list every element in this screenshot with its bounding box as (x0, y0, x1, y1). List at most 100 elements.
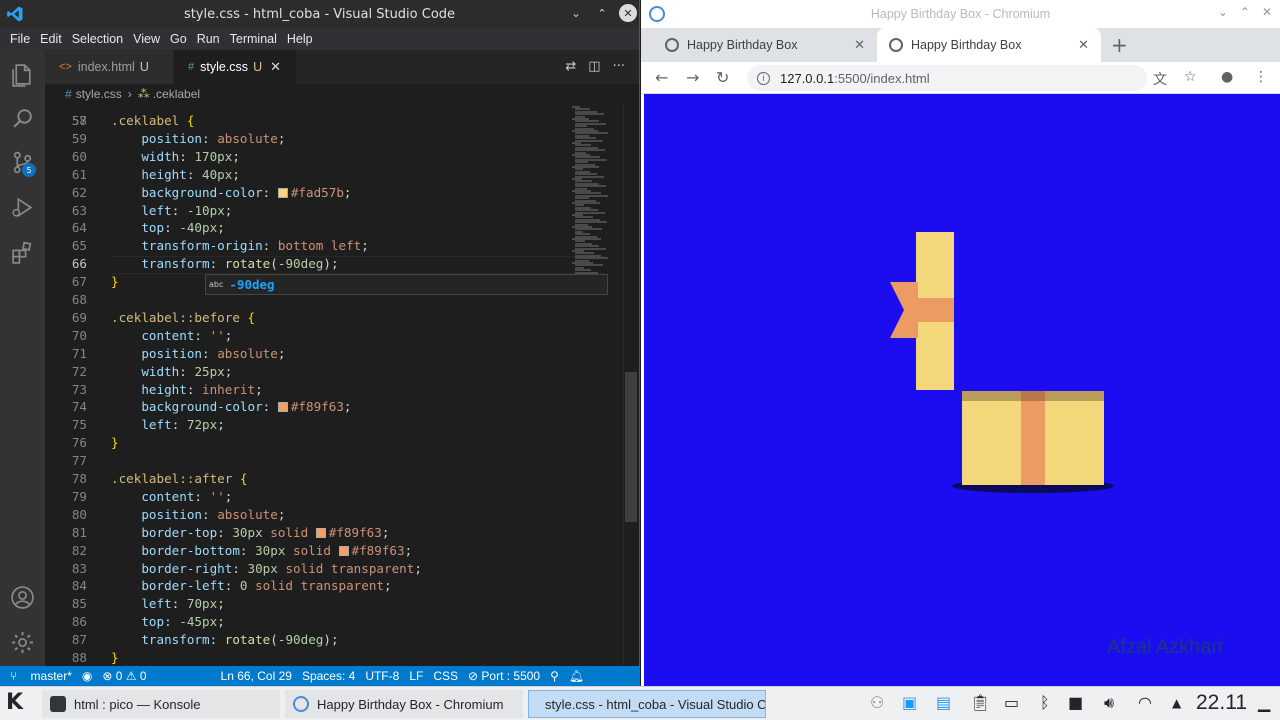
breadcrumb-file[interactable]: style.css (76, 87, 122, 101)
more-actions-icon[interactable]: ··· (613, 59, 625, 74)
chromium-logo-icon (649, 6, 665, 22)
live-server-port[interactable]: ⊘ Port : 5500 (468, 669, 540, 683)
new-tab-button[interactable]: + (1111, 33, 1128, 57)
reload-icon[interactable]: ↻ (716, 68, 729, 87)
cursor-position[interactable]: Ln 66, Col 29 (221, 669, 292, 683)
code-token: } (111, 650, 119, 665)
tray-expand-icon[interactable]: ▲ (1172, 696, 1181, 710)
bookmark-star-icon[interactable]: ☆ (1184, 69, 1197, 85)
chromium-titlebar: Happy Birthday Box - Chromium ⌄ ⌃ ✕ (641, 0, 1280, 28)
address-bar[interactable]: i 127.0.0.1:5500/index.html (747, 65, 1147, 91)
back-icon[interactable]: ← (655, 68, 668, 87)
code-line: 64 top: -40px; (45, 219, 623, 237)
wifi-icon[interactable]: ◠ (1138, 693, 1152, 712)
run-debug-icon[interactable] (10, 195, 35, 220)
suggestion-widget[interactable]: abc -90deg (205, 274, 608, 295)
user-switch-icon[interactable]: ⚇ (870, 693, 884, 712)
maximize-icon[interactable]: ⌃ (593, 4, 611, 22)
update-notifier-icon[interactable]: ▤ (936, 693, 951, 712)
settings-gear-icon[interactable] (10, 630, 35, 655)
code-text: border-bottom: 30px solid #f89f63; (111, 542, 412, 560)
breadcrumb-symbol[interactable]: .ceklabel (153, 87, 200, 101)
editor-scrollbar[interactable] (623, 104, 637, 666)
close-window-icon[interactable]: ✕ (619, 4, 637, 22)
code-token: solid (262, 524, 316, 540)
close-tab-icon[interactable]: ✕ (854, 37, 865, 53)
browser-tab-active[interactable]: Happy Birthday Box ✕ (877, 28, 1101, 62)
menu-help[interactable]: Help (282, 32, 318, 46)
clock[interactable]: 22.11 (1196, 691, 1247, 715)
profile-avatar-icon[interactable]: ● (1221, 69, 1233, 85)
close-window-icon[interactable]: ✕ (1262, 5, 1272, 19)
code-token: transform (141, 256, 210, 272)
suggestion-item[interactable]: -90deg (229, 277, 274, 292)
encoding[interactable]: UTF-8 (365, 669, 399, 683)
compare-changes-icon[interactable]: ⇄ (565, 59, 576, 74)
feedback-icon[interactable]: ⚲ (550, 669, 559, 683)
show-desktop-icon[interactable]: ▁ (1258, 693, 1270, 712)
camera-icon[interactable]: ■ (1068, 693, 1083, 712)
site-info-icon[interactable]: i (757, 71, 770, 85)
search-icon[interactable] (10, 106, 35, 131)
code-line: 58 .ceklabel { (45, 112, 623, 130)
code-token: 30px (255, 542, 286, 558)
task-vscode[interactable]: style.css - html_coba - Visual Studio Co… (528, 690, 766, 718)
battery-icon[interactable]: ▭ (1004, 693, 1019, 712)
branch-indicator[interactable]: ⑂ master* (10, 669, 72, 683)
url-host: 127.0.0.1 (780, 70, 835, 86)
task-chromium[interactable]: Happy Birthday Box - Chromium (285, 690, 523, 718)
browser-menu-icon[interactable]: ⋮ (1254, 69, 1268, 85)
color-swatch[interactable] (315, 527, 326, 538)
minimap[interactable] (568, 104, 618, 274)
menu-terminal[interactable]: Terminal (225, 32, 282, 46)
close-tab-icon[interactable]: ✕ (1078, 37, 1089, 53)
code-editor[interactable]: 57 58 .ceklabel {59 position: absolute; 60… (45, 104, 623, 666)
live-preview-icon[interactable]: ◉ (82, 669, 92, 683)
maximize-icon[interactable]: ⌃ (1240, 5, 1250, 19)
end-of-line[interactable]: LF (409, 669, 423, 683)
menu-file[interactable]: File (5, 32, 35, 46)
minimize-icon[interactable]: ⌄ (567, 4, 585, 22)
menu-view[interactable]: View (128, 32, 165, 46)
browser-tab[interactable]: Happy Birthday Box ✕ (661, 28, 877, 62)
code-token: left (141, 596, 172, 612)
menu-go[interactable]: Go (165, 32, 192, 46)
color-swatch[interactable] (277, 187, 288, 198)
volume-icon[interactable]: 🔊︎ (1104, 693, 1114, 713)
scrollbar-thumb[interactable] (625, 372, 637, 522)
code-line: 75 left: 72px; (45, 416, 623, 434)
status-bar: ⑂ master* ◉ ⊗ 0 ⚠ 0 Ln 66, Col 29 Spaces… (0, 666, 640, 686)
menu-selection[interactable]: Selection (67, 32, 128, 46)
code-token: solid (285, 542, 339, 558)
notifications-icon[interactable]: 🔔︎ (569, 669, 584, 683)
language-mode[interactable]: CSS (433, 669, 458, 683)
indentation[interactable]: Spaces: 4 (302, 669, 355, 683)
tab-style-css[interactable]: # style.css U ✕ (174, 50, 296, 84)
color-swatch[interactable] (338, 545, 349, 556)
bluetooth-icon[interactable]: ᛒ (1040, 693, 1050, 712)
translate-icon[interactable]: 文 (1153, 69, 1167, 89)
gift-box (962, 391, 1104, 485)
task-konsole[interactable]: html : pico — Konsole (42, 690, 280, 718)
close-tab-icon[interactable]: ✕ (270, 59, 281, 75)
forward-icon[interactable]: → (686, 68, 699, 87)
explorer-icon[interactable] (10, 62, 35, 87)
color-swatch[interactable] (277, 402, 288, 413)
app-launcher-icon[interactable]: K (6, 690, 32, 716)
problems-indicator[interactable]: ⊗ 0 ⚠ 0 (102, 669, 146, 683)
kde-connect-icon[interactable]: ▣ (902, 693, 917, 712)
code-token: 30px (247, 560, 278, 576)
split-editor-icon[interactable]: ◫ (588, 59, 600, 74)
tab-index-html[interactable]: <> index.html U (45, 50, 173, 84)
menu-run[interactable]: Run (192, 32, 225, 46)
account-icon[interactable] (10, 585, 35, 610)
clipboard-icon[interactable]: 📋︎ (970, 693, 990, 712)
line-number: 65 (71, 238, 87, 254)
menu-edit[interactable]: Edit (35, 32, 67, 46)
minimize-icon[interactable]: ⌄ (1218, 5, 1228, 19)
extensions-icon[interactable] (10, 240, 35, 265)
